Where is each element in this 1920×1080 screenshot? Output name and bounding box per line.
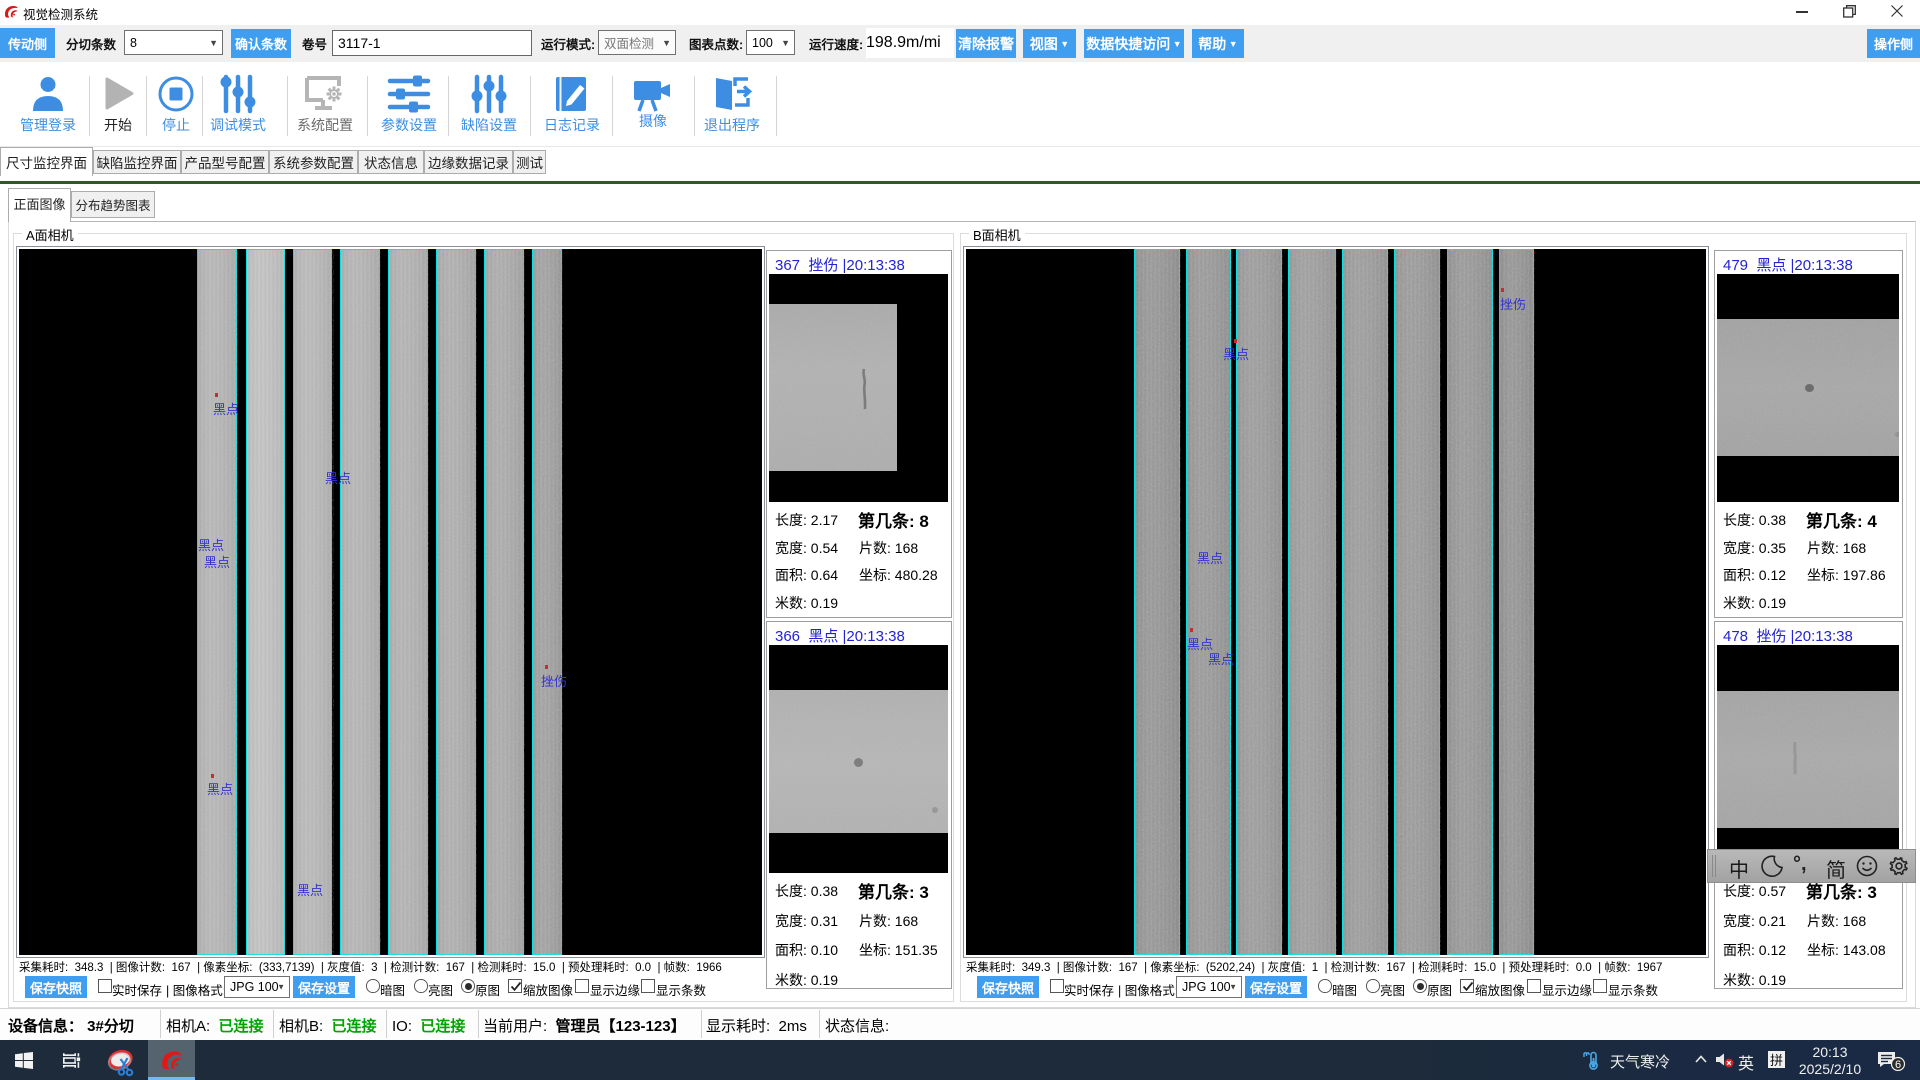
svg-text:6: 6 — [1895, 1059, 1901, 1071]
